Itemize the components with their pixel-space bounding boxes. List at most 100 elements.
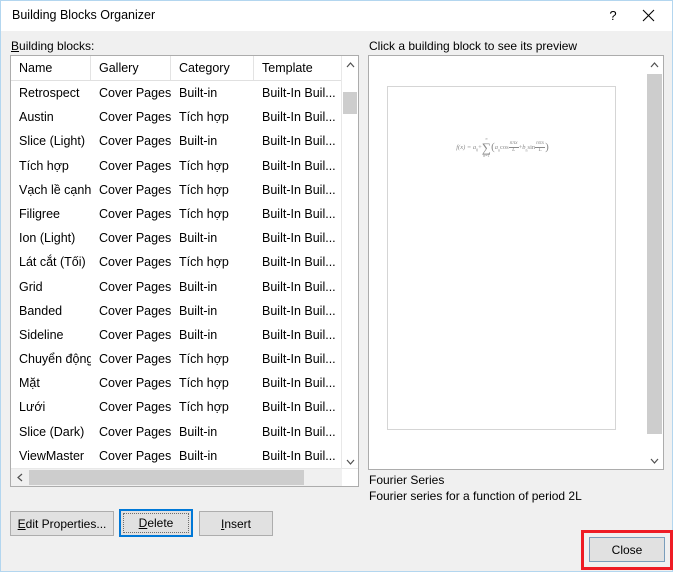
- question-mark-icon: ?: [609, 8, 617, 23]
- cell-name: Chuyển động: [19, 352, 91, 367]
- cell-category: Built-in: [179, 424, 218, 439]
- scroll-left-button[interactable]: [11, 469, 28, 486]
- cell-gallery: Cover Pages: [99, 424, 171, 439]
- table-row[interactable]: Tích hợp Cover Pages Tích hợp Built-In Buil…: [11, 154, 343, 178]
- building-blocks-label-accel: B: [11, 39, 20, 53]
- preview-item-title: Fourier Series: [369, 473, 445, 487]
- column-header-category[interactable]: Category: [171, 56, 254, 80]
- table-row[interactable]: Vạch lề cạnh Cover Pages Tích hợp Built-In …: [11, 178, 343, 202]
- formula-term2-fn: sin: [527, 144, 536, 151]
- cell-name: Ion (Light): [19, 231, 76, 246]
- cell-name: Banded: [19, 303, 63, 318]
- formula-term1-fn: cos: [500, 144, 509, 151]
- table-row[interactable]: Filigree Cover Pages Tích hợp Built-In Buil…: [11, 202, 343, 226]
- edit-properties-label: Edit Properties...: [18, 517, 107, 531]
- delete-accel: D: [138, 516, 148, 530]
- cell-name: Sideline: [19, 327, 64, 342]
- cell-template: Built-In Buil...: [262, 182, 336, 197]
- scroll-up-button[interactable]: [342, 56, 358, 73]
- cell-category: Built-in: [179, 279, 218, 294]
- preview-pane: f(x) = a0+ ∞ ∑ n=1 (ancos nπx L +bnsin nπx L): [368, 55, 664, 470]
- cell-gallery: Cover Pages: [99, 376, 171, 391]
- formula-term1-fraction: nπx L: [508, 140, 519, 154]
- listview-rows: Retrospect Cover Pages Built-in Built-In Bu…: [11, 81, 343, 467]
- cell-name: Slice (Light): [19, 134, 85, 149]
- table-row[interactable]: ViewMaster Cover Pages Built-in Built-In Bu…: [11, 444, 343, 467]
- table-row[interactable]: Chuyển động Cover Pages Tích hợp Built-In B…: [11, 347, 343, 371]
- column-header-gallery[interactable]: Gallery: [91, 56, 171, 80]
- insert-button[interactable]: Insert: [199, 511, 273, 536]
- list-horizontal-scroll-thumb[interactable]: [29, 470, 304, 485]
- table-row[interactable]: Lưới Cover Pages Tích hợp Built-In Buil...: [11, 395, 343, 419]
- cell-template: Built-In Buil...: [262, 206, 336, 221]
- table-row[interactable]: Lát cắt (Tối) Cover Pages Tích hợp Built-In…: [11, 250, 343, 274]
- title-bar: Building Blocks Organizer ?: [1, 1, 672, 31]
- cell-gallery: Cover Pages: [99, 182, 171, 197]
- formula-lhs: f(x) = a: [456, 144, 477, 151]
- close-button-label: Close: [611, 542, 643, 557]
- cell-category: Tích hợp: [179, 376, 229, 391]
- list-vertical-scrollbar[interactable]: [341, 56, 358, 470]
- building-blocks-label-rest: uilding blocks:: [19, 39, 95, 53]
- insert-rest: nsert: [224, 516, 252, 531]
- fourier-series-formula: f(x) = a0+ ∞ ∑ n=1 (ancos nπx L +bnsin nπx L): [410, 137, 595, 158]
- delete-button[interactable]: Delete: [119, 509, 193, 537]
- building-blocks-listview[interactable]: Name Gallery Category Template Retrospec…: [10, 55, 359, 487]
- delete-rest: elete: [147, 516, 174, 530]
- cell-category: Built-in: [179, 448, 218, 463]
- cell-template: Built-In Buil...: [262, 352, 336, 367]
- close-x-icon: [642, 9, 655, 22]
- cell-category: Tích hợp: [179, 110, 229, 125]
- column-header-template[interactable]: Template: [254, 56, 343, 80]
- cell-gallery: Cover Pages: [99, 134, 171, 149]
- window-close-button[interactable]: [631, 1, 665, 30]
- preview-scroll-up-button[interactable]: [646, 56, 662, 73]
- preview-vertical-scroll-thumb[interactable]: [647, 74, 662, 434]
- table-row[interactable]: Mặt Cover Pages Tích hợp Built-In Buil...: [11, 371, 343, 395]
- summation-sign: ∞ ∑ n=1: [482, 137, 491, 158]
- table-row[interactable]: Ion (Light) Cover Pages Built-in Built-In B…: [11, 226, 343, 250]
- cell-category: Built-in: [179, 303, 218, 318]
- table-row[interactable]: Slice (Dark) Cover Pages Built-in Built-In …: [11, 420, 343, 444]
- cell-category: Tích hợp: [179, 158, 229, 173]
- close-button[interactable]: Close: [589, 537, 665, 562]
- column-header-name[interactable]: Name: [11, 56, 91, 80]
- cell-category: Tích hợp: [179, 400, 229, 415]
- preview-vertical-scrollbar[interactable]: [646, 56, 663, 469]
- cell-gallery: Cover Pages: [99, 352, 171, 367]
- help-button[interactable]: ?: [596, 1, 630, 30]
- formula-term1-denominator: L: [512, 147, 516, 154]
- preview-hint-label: Click a building block to see its previe…: [369, 39, 578, 53]
- table-row[interactable]: Grid Cover Pages Built-in Built-In Buil...: [11, 275, 343, 299]
- cell-category: Tích hợp: [179, 255, 229, 270]
- cell-name: Austin: [19, 110, 54, 125]
- cell-gallery: Cover Pages: [99, 158, 171, 173]
- table-row[interactable]: Banded Cover Pages Built-in Built-In Buil..…: [11, 299, 343, 323]
- cell-name: Vạch lề cạnh: [19, 182, 91, 197]
- cell-name: Grid: [19, 279, 43, 294]
- cell-gallery: Cover Pages: [99, 448, 171, 463]
- table-row[interactable]: Slice (Light) Cover Pages Built-in Built-In…: [11, 129, 343, 153]
- cell-template: Built-In Buil...: [262, 158, 336, 173]
- insert-label: Insert: [221, 517, 251, 531]
- building-blocks-organizer-dialog: Building Blocks Organizer ? Building blo…: [0, 0, 673, 572]
- formula-close-paren: ): [545, 141, 549, 153]
- cell-gallery: Cover Pages: [99, 303, 171, 318]
- edit-properties-accel: E: [17, 516, 26, 531]
- formula-term2-fraction: nπx L: [535, 140, 546, 154]
- list-horizontal-scrollbar[interactable]: [11, 468, 358, 486]
- cell-category: Built-in: [179, 327, 218, 342]
- cell-template: Built-In Buil...: [262, 376, 336, 391]
- formula-term2-denominator: L: [538, 147, 542, 154]
- sum-upper-limit: ∞: [485, 136, 488, 141]
- list-vertical-scroll-thumb[interactable]: [343, 92, 357, 114]
- table-row[interactable]: Retrospect Cover Pages Built-in Built-In Bu…: [11, 81, 343, 105]
- cell-name: Mặt: [19, 376, 40, 391]
- table-row[interactable]: Austin Cover Pages Tích hợp Built-In Buil..…: [11, 105, 343, 129]
- preview-item-description: Fourier series for a function of period …: [369, 489, 582, 503]
- cell-name: ViewMaster: [19, 448, 85, 463]
- cell-gallery: Cover Pages: [99, 110, 171, 125]
- edit-properties-button[interactable]: Edit Properties...: [10, 511, 114, 536]
- preview-scroll-down-button[interactable]: [646, 452, 662, 469]
- table-row[interactable]: Sideline Cover Pages Built-in Built-In Buil…: [11, 323, 343, 347]
